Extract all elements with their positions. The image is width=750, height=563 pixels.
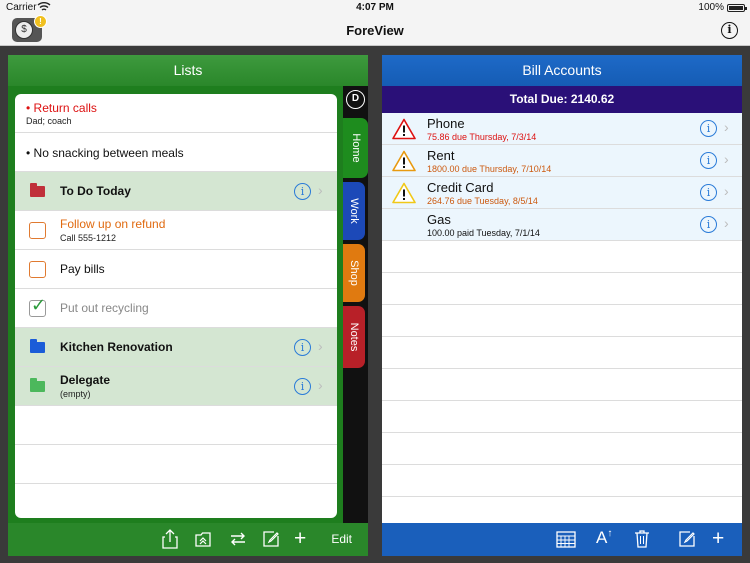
info-icon[interactable]: i <box>721 22 738 39</box>
bill-detail: 100.00 paid Tuesday, 7/1/14 <box>427 228 540 238</box>
list-item-title: Return calls <box>33 101 97 115</box>
list-item-subtitle: Dad; coach <box>26 116 72 126</box>
checkmark-icon: ✓ <box>31 295 47 315</box>
folder-title: Kitchen Renovation <box>60 340 173 354</box>
nav-bar: $ ! ForeView i <box>0 15 750 46</box>
info-icon[interactable]: i <box>294 339 311 356</box>
empty-row <box>382 465 742 497</box>
bill-name: Gas <box>427 212 451 227</box>
list-item[interactable]: • No snacking between meals <box>15 133 337 172</box>
tab-home[interactable]: Home <box>343 118 368 178</box>
bill-name: Rent <box>427 148 455 163</box>
empty-row <box>382 433 742 465</box>
checkbox-checked[interactable]: ✓ <box>29 295 46 317</box>
compose-icon[interactable] <box>678 530 696 548</box>
task-title: Pay bills <box>60 262 105 276</box>
info-icon[interactable]: i <box>700 120 717 137</box>
chevron-right-icon: › <box>724 119 729 135</box>
tab-notes[interactable]: Notes <box>343 306 365 368</box>
empty-row <box>382 369 742 401</box>
battery-percent: 100% <box>698 2 724 13</box>
warning-icon <box>392 118 416 140</box>
lists-toolbar: + Edit <box>8 523 368 556</box>
folder-icon <box>30 183 45 197</box>
info-icon[interactable]: i <box>294 378 311 395</box>
share-icon[interactable] <box>162 529 178 549</box>
info-icon[interactable]: i <box>700 216 717 233</box>
chevron-right-icon: › <box>318 338 323 354</box>
bill-detail: 75.86 due Thursday, 7/3/14 <box>427 132 537 142</box>
task-title: Follow up on refund <box>60 217 166 231</box>
chevron-right-icon: › <box>724 151 729 167</box>
swap-icon[interactable] <box>229 531 247 547</box>
battery-icon <box>727 4 747 12</box>
task-row[interactable]: Follow up on refund Call 555-1212 <box>15 211 337 250</box>
bills-panel: Bill Accounts Total Due: 2140.62 Phone 7… <box>382 55 742 556</box>
list-item[interactable]: • Return calls Dad; coach <box>15 94 337 133</box>
bill-name: Credit Card <box>427 180 494 195</box>
folder-icon <box>30 339 45 353</box>
bill-detail: 1800.00 due Thursday, 7/10/14 <box>427 164 552 174</box>
task-subtitle: Call 555-1212 <box>60 233 117 243</box>
bill-detail: 264.76 due Tuesday, 8/5/14 <box>427 196 538 206</box>
empty-row <box>15 406 337 445</box>
move-up-icon[interactable] <box>194 530 212 548</box>
folder-title: To Do Today <box>60 184 131 198</box>
folder-title: Delegate <box>60 373 111 387</box>
checkbox[interactable] <box>29 261 46 278</box>
empty-row <box>15 445 337 484</box>
empty-row <box>382 273 742 305</box>
bills-toolbar: A↑ + <box>382 523 742 556</box>
total-due: Total Due: 2140.62 <box>382 86 742 113</box>
lists-header: Lists <box>8 55 368 86</box>
folder-row[interactable]: Delegate (empty) i › <box>15 367 337 406</box>
list-item-title: No snacking between meals <box>33 146 184 160</box>
page-title: ForeView <box>346 23 404 38</box>
status-bar: Carrier 4:07 PM 100% <box>0 0 750 16</box>
add-icon[interactable]: + <box>712 527 724 551</box>
folder-subtitle: (empty) <box>60 389 91 399</box>
info-icon[interactable]: i <box>700 152 717 169</box>
lists-panel: Lists • Return calls Dad; coach • No sna… <box>8 55 368 556</box>
chevron-right-icon: › <box>724 215 729 231</box>
add-icon[interactable]: + <box>294 527 306 551</box>
folder-icon <box>30 378 45 392</box>
info-icon[interactable]: i <box>294 183 311 200</box>
info-icon[interactable]: i <box>700 184 717 201</box>
task-row[interactable]: Pay bills <box>15 250 337 289</box>
bills-header: Bill Accounts <box>382 55 742 86</box>
trash-icon[interactable] <box>634 529 650 548</box>
empty-row <box>382 241 742 273</box>
task-title: Put out recycling <box>60 301 149 315</box>
chevron-right-icon: › <box>318 182 323 198</box>
tab-directory-icon[interactable]: D <box>346 90 365 109</box>
edit-button[interactable]: Edit <box>331 532 352 546</box>
tab-shop[interactable]: Shop <box>343 244 365 302</box>
status-time: 4:07 PM <box>356 2 394 13</box>
bill-row[interactable]: Credit Card 264.76 due Tuesday, 8/5/14 i… <box>382 177 742 209</box>
calendar-icon[interactable] <box>556 531 576 548</box>
tab-work[interactable]: Work <box>343 182 365 240</box>
chevron-right-icon: › <box>318 377 323 393</box>
chevron-right-icon: › <box>724 183 729 199</box>
empty-row <box>15 484 337 518</box>
bill-name: Phone <box>427 116 465 131</box>
task-row[interactable]: ✓ Put out recycling <box>15 289 337 328</box>
warning-icon <box>392 150 416 172</box>
compose-icon[interactable] <box>262 530 280 548</box>
bill-row[interactable]: Rent 1800.00 due Thursday, 7/10/14 i › <box>382 145 742 177</box>
empty-row <box>382 497 742 523</box>
folder-row[interactable]: To Do Today i › <box>15 172 337 211</box>
folder-row[interactable]: Kitchen Renovation i › <box>15 328 337 367</box>
lists-card: • Return calls Dad; coach • No snacking … <box>15 94 337 518</box>
empty-row <box>382 337 742 369</box>
bill-row[interactable]: Gas 100.00 paid Tuesday, 7/1/14 i › <box>382 209 742 241</box>
bill-row[interactable]: Phone 75.86 due Thursday, 7/3/14 i › <box>382 113 742 145</box>
sort-alpha-icon[interactable]: A↑ <box>596 528 612 548</box>
warning-icon <box>392 182 416 204</box>
list-tabs: D Home Work Shop Notes <box>343 86 368 523</box>
empty-row <box>382 401 742 433</box>
empty-row <box>382 305 742 337</box>
checkbox[interactable] <box>29 222 46 239</box>
